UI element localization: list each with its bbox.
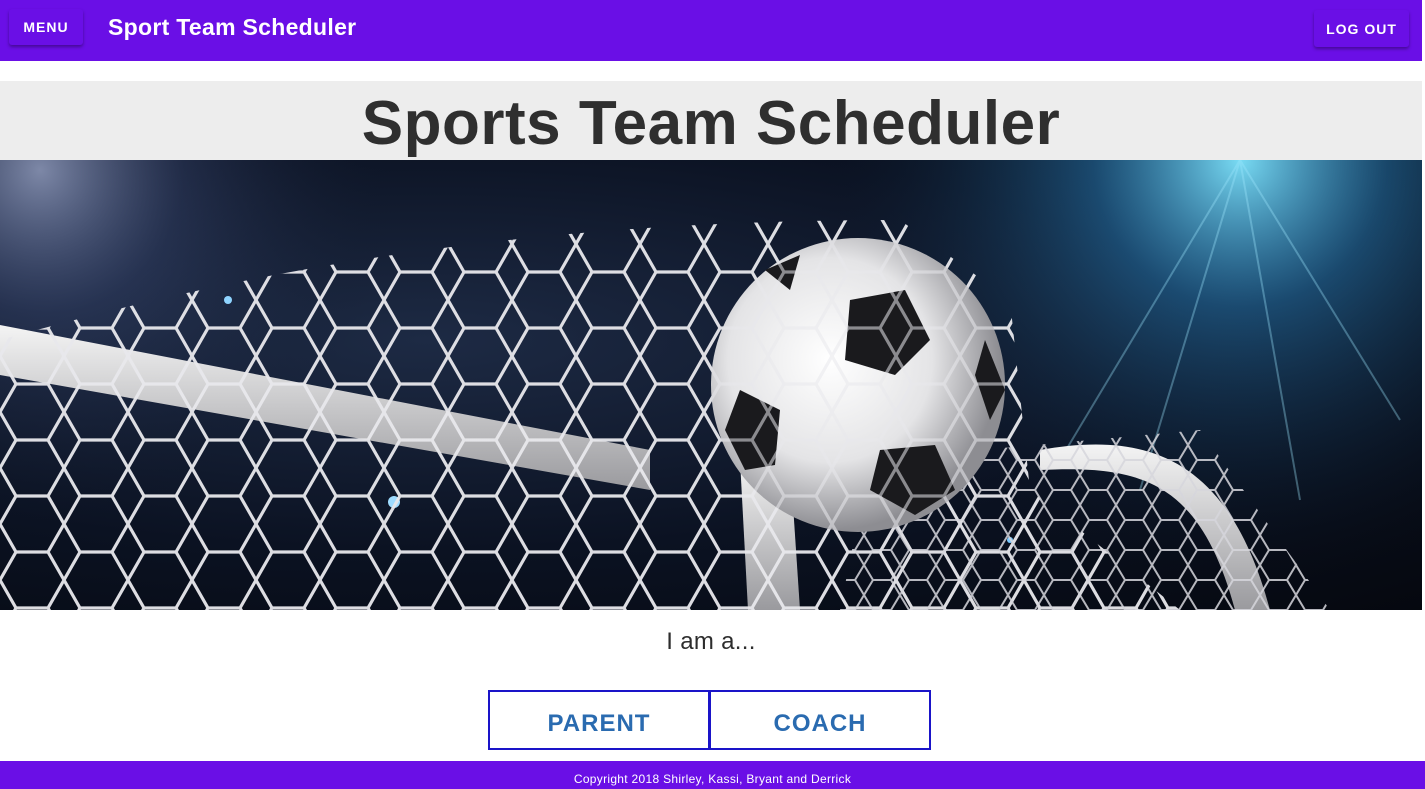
role-prompt: I am a...	[666, 628, 756, 655]
logout-button[interactable]: LOG OUT	[1314, 10, 1409, 47]
copyright-text: Copyright 2018 Shirley, Kassi, Bryant an…	[573, 772, 852, 786]
hero-image-soccer-goal	[0, 160, 1422, 610]
app-bar: MENU Sport Team Scheduler LOG OUT	[0, 0, 1422, 61]
coach-button[interactable]: COACH	[709, 690, 931, 750]
page-title: Sports Team Scheduler	[361, 89, 1061, 158]
app-title: Sport Team Scheduler	[108, 14, 357, 40]
parent-button[interactable]: PARENT	[488, 690, 710, 750]
footer: Copyright 2018 Shirley, Kassi, Bryant an…	[0, 761, 1425, 789]
heading-band: Sports Team Scheduler	[0, 81, 1422, 160]
menu-button[interactable]: MENU	[9, 9, 83, 45]
page: MENU Sport Team Scheduler LOG OUT Sports…	[0, 0, 1425, 789]
